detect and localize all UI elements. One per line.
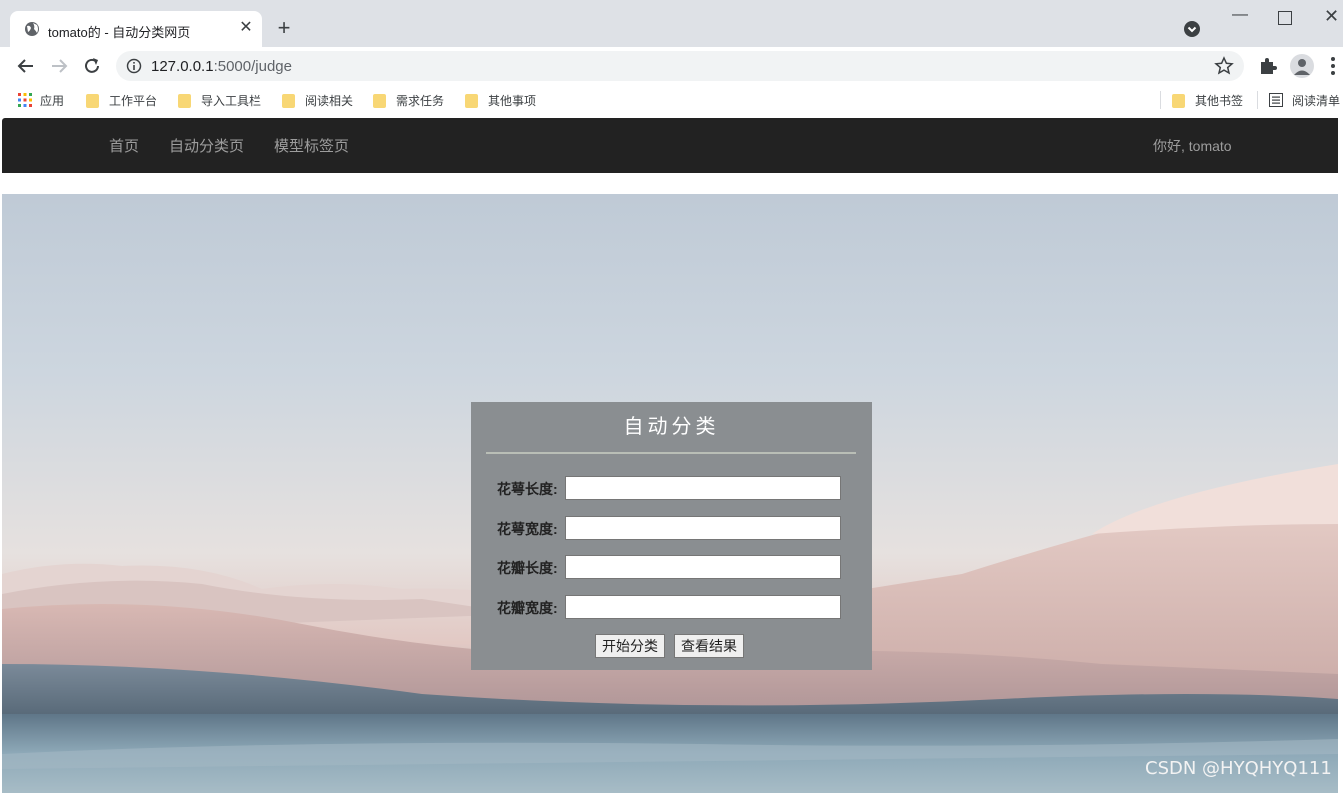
sepal-length-label: 花萼长度: (497, 481, 558, 497)
new-tab-icon[interactable]: + (272, 17, 296, 41)
classify-form-panel: 自动分类 花萼长度: 花萼宽度: 花瓣长度: 花瓣宽度: 开始分类 查看结果 (471, 402, 872, 670)
browser-tab[interactable]: tomato的 - 自动分类网页 ✕ (10, 11, 262, 47)
nav-link-classify[interactable]: 自动分类页 (169, 135, 244, 156)
background-landscape: 自动分类 花萼长度: 花萼宽度: 花瓣长度: 花瓣宽度: 开始分类 查看结果 (2, 194, 1338, 793)
start-classify-button[interactable]: 开始分类 (595, 634, 665, 658)
bookmark-folder[interactable]: 需求任务 (373, 92, 444, 108)
bookmark-label: 阅读相关 (305, 94, 354, 108)
forward-icon[interactable] (47, 54, 71, 78)
window-close-icon[interactable]: ✕ (1324, 6, 1339, 27)
navbar-spacer (2, 173, 1338, 194)
folder-icon (178, 94, 191, 108)
info-icon[interactable] (126, 58, 142, 74)
folder-icon (465, 94, 478, 108)
reading-list-icon (1269, 93, 1283, 107)
globe-icon (25, 22, 39, 36)
close-tab-icon[interactable]: ✕ (236, 18, 256, 38)
reading-list-label: 阅读清单 (1292, 94, 1341, 108)
bookmark-apps[interactable]: 应用 (18, 92, 64, 108)
reading-list[interactable]: 阅读清单 (1269, 92, 1340, 108)
bookmark-separator (1257, 91, 1258, 109)
tab-search-icon[interactable] (1183, 20, 1201, 38)
other-bookmarks[interactable]: 其他书签 (1172, 92, 1243, 108)
folder-icon (282, 94, 295, 108)
folder-icon (373, 94, 386, 108)
web-page: 首页 自动分类页 模型标签页 你好, tomato 自动分类 花萼长度: 花萼宽… (2, 118, 1338, 793)
url-path: :5000/judge (213, 58, 292, 75)
bookmark-label: 应用 (40, 94, 65, 108)
bookmark-folder[interactable]: 阅读相关 (282, 92, 353, 108)
nav-link-model-tags[interactable]: 模型标签页 (274, 135, 349, 156)
petal-length-input[interactable] (565, 555, 841, 579)
browser-toolbar: 127.0.0.1:5000/judge (0, 47, 1343, 85)
sepal-width-label: 花萼宽度: (497, 521, 558, 537)
apps-grid-icon (18, 93, 32, 107)
petal-width-label: 花瓣宽度: (497, 600, 558, 616)
nav-link-home[interactable]: 首页 (109, 135, 139, 156)
bookmark-star-icon[interactable] (1214, 56, 1234, 76)
sepal-length-input[interactable] (565, 476, 841, 500)
bookmark-label: 工作平台 (109, 94, 158, 108)
other-bookmarks-label: 其他书签 (1195, 94, 1244, 108)
view-result-button[interactable]: 查看结果 (674, 634, 744, 658)
profile-icon[interactable] (1290, 54, 1314, 78)
csdn-watermark: CSDN @HYQHYQ111 (1145, 758, 1332, 779)
bookmark-folder[interactable]: 工作平台 (86, 92, 157, 108)
reload-icon[interactable] (80, 54, 104, 78)
tab-strip: tomato的 - 自动分类网页 ✕ + — ✕ (0, 0, 1343, 47)
petal-width-input[interactable] (565, 595, 841, 619)
form-title: 自动分类 (623, 416, 720, 438)
bookmark-label: 导入工具栏 (201, 94, 262, 108)
maximize-icon[interactable] (1278, 11, 1292, 25)
browser-menu-icon[interactable] (1330, 56, 1336, 76)
address-bar[interactable]: 127.0.0.1:5000/judge (116, 51, 1244, 81)
bookmarks-bar: 应用 工作平台 导入工具栏 阅读相关 需求任务 其他事项 其他书签 阅读清单 (0, 85, 1343, 115)
folder-icon (1172, 94, 1185, 108)
folder-icon (86, 94, 99, 108)
url-text: 127.0.0.1:5000/judge (151, 58, 292, 75)
bookmark-folder[interactable]: 导入工具栏 (178, 92, 261, 108)
user-greeting[interactable]: 你好, tomato (1153, 136, 1232, 156)
bookmark-label: 需求任务 (396, 94, 445, 108)
bookmark-separator (1160, 91, 1161, 109)
extensions-icon[interactable] (1258, 56, 1278, 76)
bookmark-label: 其他事项 (488, 94, 537, 108)
url-host: 127.0.0.1 (151, 58, 214, 75)
site-navbar: 首页 自动分类页 模型标签页 你好, tomato (2, 118, 1338, 173)
sepal-width-input[interactable] (565, 516, 841, 540)
tab-title: tomato的 - 自动分类网页 (48, 25, 191, 40)
title-divider (486, 452, 856, 454)
back-icon[interactable] (14, 54, 38, 78)
minimize-icon[interactable]: — (1230, 6, 1250, 24)
bookmark-folder[interactable]: 其他事项 (465, 92, 536, 108)
petal-length-label: 花瓣长度: (497, 560, 558, 576)
